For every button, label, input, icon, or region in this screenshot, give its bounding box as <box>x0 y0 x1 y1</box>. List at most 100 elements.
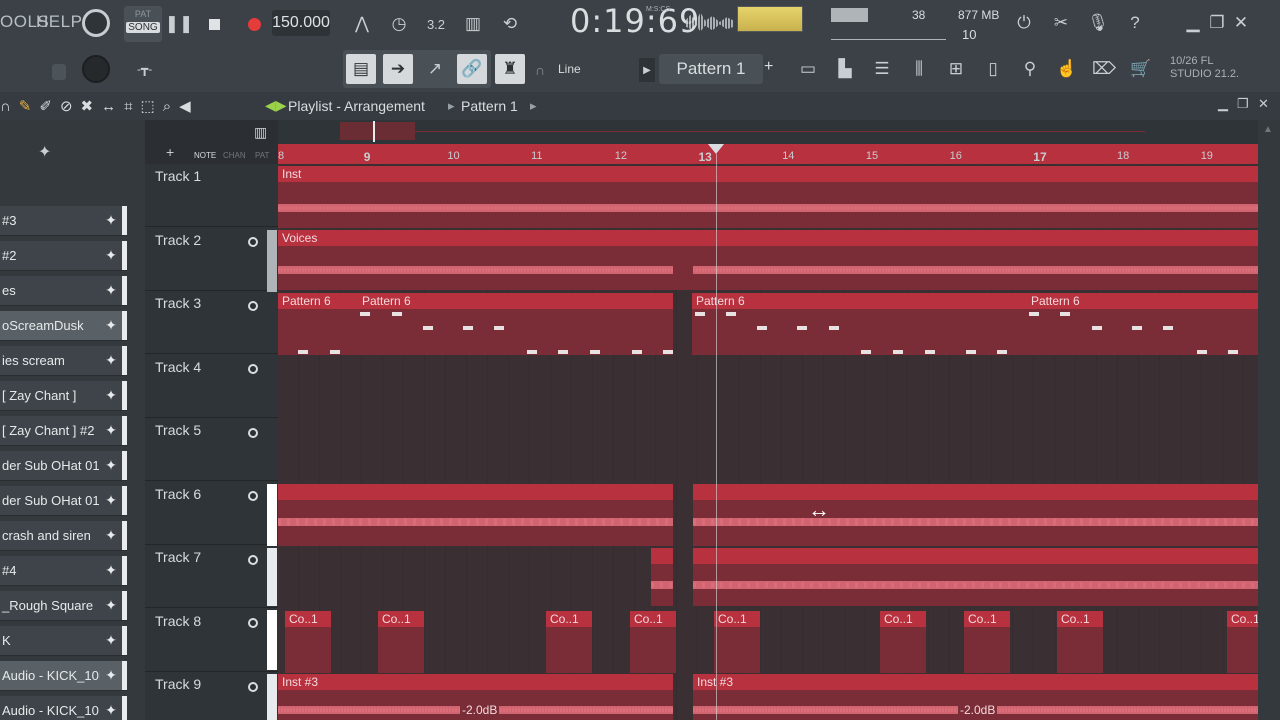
channel-row[interactable]: _Rough Square ✦ <box>0 591 127 621</box>
step-edit-button[interactable]: ▥ <box>458 9 488 39</box>
delete-icon[interactable]: ⊘ <box>60 98 81 115</box>
channel-select-bar[interactable] <box>122 661 127 690</box>
paint-button[interactable]: ↗ <box>420 54 450 84</box>
stop-button[interactable] <box>199 9 229 39</box>
track-mute-bar[interactable] <box>267 674 277 720</box>
channel-row[interactable]: [ Zay Chant ] ✦ <box>0 381 127 411</box>
zoom-icon[interactable]: ⌕ <box>163 98 179 115</box>
channel-select-bar[interactable] <box>122 556 127 585</box>
track-mute-bar[interactable] <box>267 548 277 606</box>
track-mute-bar[interactable] <box>267 484 277 546</box>
master-pitch-knob[interactable] <box>82 55 110 83</box>
track-mute-dot[interactable] <box>248 237 258 247</box>
loop-record-button[interactable]: ⟲ <box>495 9 525 39</box>
track-mute-dot[interactable] <box>248 300 258 311</box>
slip-icon[interactable]: ↔ <box>101 98 124 115</box>
pat-song-toggle[interactable]: PAT SONG <box>124 6 162 42</box>
playhead-marker-icon[interactable] <box>708 144 724 154</box>
channel-select-bar[interactable] <box>122 241 127 270</box>
shop-button[interactable]: 🛒 <box>1126 54 1156 84</box>
draw-mode-button[interactable]: ➔ <box>383 54 413 84</box>
project-info-button[interactable]: ▯ <box>978 54 1008 84</box>
channel-row[interactable]: ies scream ✦ <box>0 346 127 376</box>
clip-audio-loop[interactable] <box>693 548 1258 606</box>
track-mute-dot[interactable] <box>248 491 258 501</box>
channel-row[interactable]: crash and siren ✦ <box>0 521 127 551</box>
playlist-button[interactable]: ▤ <box>346 54 376 84</box>
touch-controller-button[interactable]: ☝ <box>1052 54 1082 84</box>
channel-row[interactable]: #4 ✦ <box>0 556 127 586</box>
track-mute-bar[interactable] <box>267 610 277 670</box>
magnet-icon[interactable]: ∩ <box>0 98 19 115</box>
window-minimize-icon[interactable]: ▁ <box>1218 96 1228 112</box>
channel-row[interactable]: der Sub OHat 01.. ✦ <box>0 486 127 516</box>
metronome-button[interactable]: ⋀ <box>347 9 377 39</box>
mute-icon[interactable]: ✖ <box>81 98 102 115</box>
clip-audio[interactable] <box>278 230 1258 290</box>
channel-row[interactable]: der Sub OHat 01 ✦ <box>0 451 127 481</box>
channel-select-bar[interactable] <box>122 276 127 305</box>
clip-audio-loop[interactable] <box>651 548 673 606</box>
mixer-button[interactable]: ⫼ <box>904 54 934 84</box>
stamp-button[interactable]: ♜ <box>495 54 525 84</box>
channel-row[interactable]: K ✦ <box>0 626 127 656</box>
channel-select-bar[interactable] <box>122 206 127 235</box>
track-mute-bar[interactable] <box>267 230 277 292</box>
mic-button[interactable]: 🎙 <box>1083 8 1113 38</box>
menu-help[interactable]: HELP <box>36 12 82 32</box>
channel-select-bar[interactable] <box>122 451 127 480</box>
help-button[interactable]: ? <box>1120 8 1150 38</box>
record-button[interactable] <box>239 9 269 39</box>
pause-button[interactable]: ❚❚ <box>164 9 194 39</box>
add-track-icon[interactable]: + <box>166 144 174 160</box>
link-button[interactable]: 🔗 <box>457 54 487 84</box>
breadcrumb-pattern[interactable]: Pattern 1 <box>461 98 518 114</box>
snap-selector[interactable]: Line <box>552 58 624 80</box>
channel-select-bar[interactable] <box>122 696 127 720</box>
track-mute-dot[interactable] <box>248 364 258 374</box>
view-playlist-button[interactable]: ▭ <box>793 54 823 84</box>
channel-row[interactable]: #3 ✦ <box>0 206 127 236</box>
slice-icon[interactable]: ⌗ <box>124 98 140 115</box>
pattern-selector[interactable]: Pattern 1 <box>659 54 763 84</box>
channel-select-bar[interactable] <box>122 626 127 655</box>
online-button[interactable]: ⏻ <box>1009 8 1039 38</box>
overview-thumb[interactable] <box>340 122 415 140</box>
track-mute-dot[interactable] <box>248 427 258 438</box>
presets-button[interactable]: ⌦ <box>1089 54 1119 84</box>
channel-tools-icon[interactable]: ✦ <box>38 142 51 162</box>
toggle-pat[interactable]: PAT <box>255 151 269 160</box>
timeline-ruler[interactable] <box>278 144 1258 164</box>
track-mute-dot[interactable] <box>248 681 258 692</box>
toggle-note[interactable]: NOTE <box>194 151 216 160</box>
vertical-scrollbar[interactable] <box>1258 120 1280 720</box>
window-restore-icon[interactable]: ❐ <box>1237 96 1249 112</box>
paint-icon[interactable]: ✐ <box>39 98 60 115</box>
toggle-chan[interactable]: CHAN <box>223 151 246 160</box>
channel-row[interactable]: Audio - KICK_10.. ✦ <box>0 696 127 720</box>
plugin-picker-button[interactable]: ⚲ <box>1015 54 1045 84</box>
scroll-up-icon[interactable]: ▲ <box>1263 124 1273 135</box>
tempo-display[interactable]: 150.000 <box>272 10 330 36</box>
select-icon[interactable]: ⬚ <box>141 98 163 115</box>
channel-rack-button[interactable]: ☰ <box>867 54 897 84</box>
pencil-icon[interactable]: ✎ <box>19 98 40 115</box>
mini-slider[interactable]: ‐┳‐ <box>137 62 163 76</box>
channel-row[interactable]: Audio - KICK_10K ✦ <box>0 661 127 691</box>
pattern-prev-button[interactable]: ▶ <box>639 58 655 82</box>
browser-button[interactable]: ⊞ <box>941 54 971 84</box>
track-mute-dot[interactable] <box>248 554 258 565</box>
piano-roll-button[interactable]: ▙ <box>830 54 860 84</box>
speaker-icon[interactable]: ◀ <box>179 98 199 115</box>
channel-select-bar[interactable] <box>122 311 127 340</box>
add-pattern-button[interactable]: + <box>764 58 780 80</box>
channel-select-bar[interactable] <box>122 346 127 375</box>
channel-select-bar[interactable] <box>122 521 127 550</box>
clip-audio[interactable] <box>278 166 1258 228</box>
channel-row[interactable]: #2 ✦ <box>0 241 127 271</box>
wait-record-button[interactable]: ◷ <box>384 9 414 39</box>
clip-audio-loop[interactable] <box>278 484 673 546</box>
tools-button[interactable]: ✂ <box>1046 8 1076 38</box>
track-mute-dot[interactable] <box>248 618 258 628</box>
overview-scrollbar[interactable] <box>278 120 1258 144</box>
